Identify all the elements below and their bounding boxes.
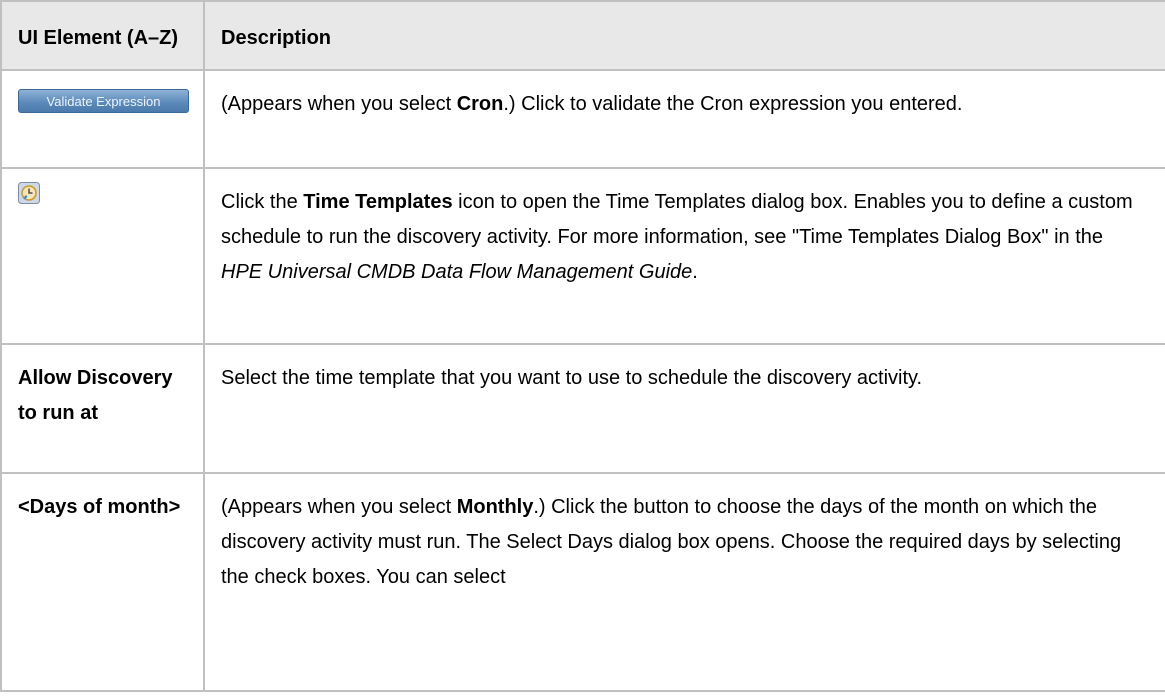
description-cell: (Appears when you select Cron.) Click to… bbox=[203, 69, 1165, 169]
time-templates-icon[interactable] bbox=[18, 181, 40, 204]
desc-text: Select the time template that you want t… bbox=[221, 367, 923, 389]
description-cell: Click the Time Templates icon to open th… bbox=[203, 167, 1165, 345]
table-row: Validate Expression (Appears when you se… bbox=[0, 69, 1165, 169]
table-row: <Days of month> (Appears when you select… bbox=[0, 472, 1165, 692]
element-cell: Allow Discovery to run at bbox=[0, 343, 205, 474]
element-cell: Validate Expression bbox=[0, 69, 205, 169]
ui-elements-table: UI Element (A–Z) Description Validate Ex… bbox=[0, 0, 1165, 692]
element-cell: <Days of month> bbox=[0, 472, 205, 692]
guide-reference: HPE Universal CMDB Data Flow Management … bbox=[221, 261, 693, 283]
table-row: Allow Discovery to run at Select the tim… bbox=[0, 343, 1165, 474]
desc-text: (Appears when you select bbox=[221, 93, 457, 115]
table-header-row: UI Element (A–Z) Description bbox=[0, 0, 1165, 71]
element-cell bbox=[0, 167, 205, 345]
validate-expression-button[interactable]: Validate Expression bbox=[18, 89, 189, 113]
desc-bold-text: Time Templates bbox=[303, 191, 453, 213]
desc-bold-text: Monthly bbox=[456, 496, 534, 518]
desc-bold-text: Cron bbox=[456, 93, 504, 115]
desc-text: Click the bbox=[221, 191, 304, 213]
header-ui-element: UI Element (A–Z) bbox=[0, 0, 205, 71]
desc-text: .) Click to validate the Cron expression… bbox=[503, 93, 963, 115]
description-cell: (Appears when you select Monthly.) Click… bbox=[203, 472, 1165, 692]
description-cell: Select the time template that you want t… bbox=[203, 343, 1165, 474]
desc-text: (Appears when you select bbox=[221, 496, 457, 518]
header-description: Description bbox=[203, 0, 1165, 71]
desc-text: . bbox=[692, 261, 698, 283]
table-row: Click the Time Templates icon to open th… bbox=[0, 167, 1165, 345]
